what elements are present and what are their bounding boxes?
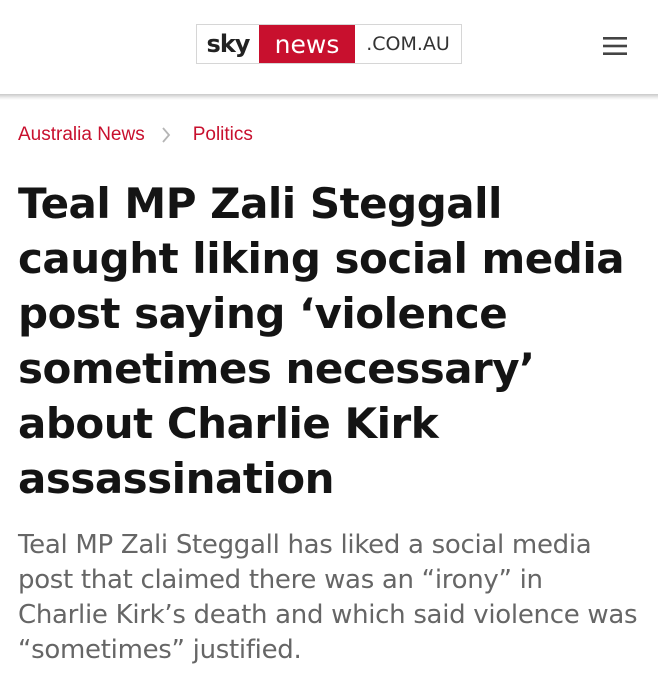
logo-domain-text: .COM.AU xyxy=(366,33,450,55)
breadcrumb-item-politics[interactable]: Politics xyxy=(193,124,253,146)
logo-news-text: news xyxy=(259,25,355,63)
site-header: sky news .COM.AU xyxy=(0,0,658,96)
chevron-right-icon xyxy=(161,126,171,144)
logo-sky-text: sky xyxy=(206,30,251,58)
hamburger-menu-icon xyxy=(603,37,627,55)
menu-button[interactable] xyxy=(598,32,632,60)
breadcrumb-item-australia-news[interactable]: Australia News xyxy=(18,124,145,146)
sky-news-logo[interactable]: sky news .COM.AU xyxy=(196,24,462,64)
breadcrumb: Australia News Politics xyxy=(18,124,253,146)
header-divider xyxy=(0,94,658,100)
article-headline: Teal MP Zali Steggall caught liking soci… xyxy=(18,179,625,503)
article-standfirst: Teal MP Zali Steggall has liked a social… xyxy=(18,530,638,665)
